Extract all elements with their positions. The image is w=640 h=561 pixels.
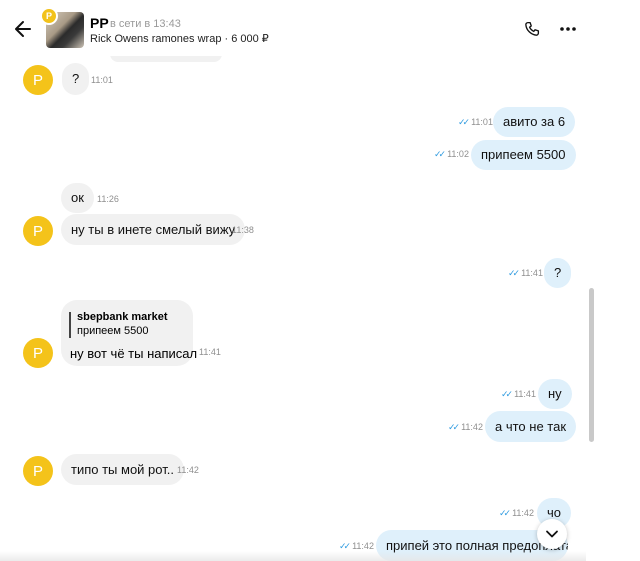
message-time: ✓✓ 11:02 xyxy=(434,149,469,159)
double-check-icon: ✓✓ xyxy=(448,422,460,432)
message-time: 11:26 xyxy=(97,194,119,204)
quoted-text: припеем 5500 xyxy=(77,325,149,337)
message-time: ✓✓ 11:41 xyxy=(501,389,536,399)
message-time: ✓✓ 11:42 xyxy=(499,508,534,518)
message-list[interactable]: Р ? 11:01 ✓✓ 11:01 авито за 6 ✓✓ 11:02 при… xyxy=(0,56,586,561)
message-time: ✓✓ 11:41 xyxy=(508,268,543,278)
contact-avatar[interactable]: Р xyxy=(23,456,53,486)
contact-status: в сети в 13:43 xyxy=(110,18,181,30)
message-time: 11:41 xyxy=(199,347,221,357)
phone-icon[interactable] xyxy=(523,20,541,38)
scrollbar-thumb[interactable] xyxy=(589,288,594,442)
double-check-icon: ✓✓ xyxy=(501,389,513,399)
quoted-author: sbepbank market xyxy=(77,311,168,323)
double-check-icon: ✓✓ xyxy=(508,268,520,278)
right-margin xyxy=(594,60,640,561)
message-bubble: ну xyxy=(538,379,572,409)
message-text: ну вот чё ты написал xyxy=(70,346,198,361)
contact-avatar[interactable]: Р xyxy=(23,65,53,95)
chat-header: Р РР в сети в 13:43 Rick Owens ramones w… xyxy=(0,0,640,56)
double-check-icon: ✓✓ xyxy=(458,117,470,127)
message-time: 11:42 xyxy=(177,465,199,475)
message-bubble-partial xyxy=(110,56,222,62)
message-bubble: авито за 6 xyxy=(493,107,576,137)
scroll-to-bottom-button[interactable] xyxy=(537,519,567,549)
message-bubble: ок xyxy=(61,183,94,213)
message-bubble: припеем 5500 xyxy=(471,140,576,170)
double-check-icon: ✓✓ xyxy=(339,541,351,551)
reply-message-bubble: sbepbank market припеем 5500 ну вот чё т… xyxy=(61,300,197,366)
contact-avatar[interactable]: Р xyxy=(23,338,53,368)
bottom-shadow xyxy=(0,551,586,561)
more-dots-icon[interactable] xyxy=(559,20,577,38)
message-time: 11:38 xyxy=(232,225,254,235)
message-bubble: ? xyxy=(544,258,572,288)
double-check-icon: ✓✓ xyxy=(499,508,511,518)
chevron-down-icon xyxy=(546,530,558,538)
message-time: ✓✓ 11:01 xyxy=(458,117,493,127)
message-bubble: ну ты в инете смелый вижу xyxy=(61,214,246,245)
chat-screen: Р РР в сети в 13:43 Rick Owens ramones w… xyxy=(0,0,640,561)
double-check-icon: ✓✓ xyxy=(434,149,446,159)
message-time: ✓✓ 11:42 xyxy=(448,422,483,432)
message-bubble: а что не так xyxy=(485,411,577,442)
arrow-left-icon[interactable] xyxy=(12,18,34,40)
contact-avatar[interactable]: Р xyxy=(23,216,53,246)
item-title-price[interactable]: Rick Owens ramones wrap · 6 000 ₽ xyxy=(90,32,269,45)
quote-bar xyxy=(69,312,71,338)
header-avatar: Р xyxy=(40,7,58,25)
message-bubble: ? xyxy=(62,63,90,95)
message-time: 11:01 xyxy=(91,75,113,85)
contact-name[interactable]: РР xyxy=(90,15,109,31)
message-bubble: типо ты мой рот.. xyxy=(61,454,184,485)
